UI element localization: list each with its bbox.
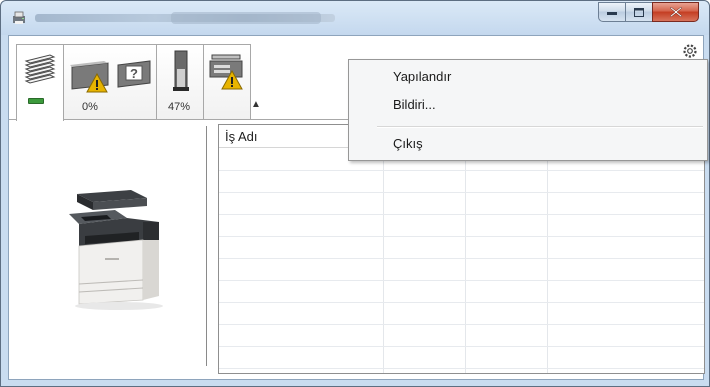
tab-toner[interactable]: ? 0% bbox=[63, 44, 157, 120]
tab-device[interactable] bbox=[203, 44, 251, 120]
column-job-name[interactable]: İş Adı bbox=[225, 129, 258, 144]
device-preview-pane bbox=[9, 120, 212, 379]
job-list[interactable]: İş Adı bbox=[218, 124, 705, 374]
menu-item-exit[interactable]: Çıkış bbox=[393, 136, 423, 151]
close-button[interactable] bbox=[652, 2, 699, 22]
grid-row-line bbox=[219, 170, 704, 171]
printer-app-icon bbox=[13, 11, 25, 24]
menu-separator-highlight bbox=[377, 127, 703, 128]
status-ok-indicator bbox=[28, 98, 44, 104]
tab-printer-status[interactable] bbox=[16, 44, 64, 121]
gear-icon[interactable] bbox=[681, 42, 699, 60]
close-icon bbox=[669, 7, 682, 17]
grid-row-line bbox=[219, 302, 704, 303]
pane-divider[interactable] bbox=[206, 126, 207, 366]
paper-level-icon bbox=[173, 50, 189, 91]
column-divider bbox=[465, 125, 466, 373]
device-warning-icon bbox=[209, 54, 243, 90]
grid-row-line bbox=[219, 324, 704, 325]
maximize-icon bbox=[634, 7, 644, 17]
caption-buttons bbox=[598, 2, 699, 24]
tab-paper[interactable]: 47% bbox=[156, 44, 204, 120]
grid-row-line bbox=[219, 368, 704, 369]
grid-row-line bbox=[219, 214, 704, 215]
menu-item-notification[interactable]: Bildiri... bbox=[393, 97, 436, 112]
minimize-button[interactable] bbox=[598, 2, 625, 22]
menu-item-configure[interactable]: Yapılandır bbox=[393, 69, 451, 84]
collapse-chevron-icon[interactable]: ▲ bbox=[251, 99, 261, 110]
minimize-icon bbox=[607, 12, 617, 15]
maximize-button[interactable] bbox=[625, 2, 652, 22]
grid-row-line bbox=[219, 192, 704, 193]
toner-percent: 0% bbox=[82, 101, 98, 113]
printer-illustration bbox=[69, 190, 163, 310]
svg-text:?: ? bbox=[130, 66, 138, 81]
unknown-status-icon: ? bbox=[117, 60, 151, 88]
paper-percent: 47% bbox=[168, 101, 191, 113]
status-monitor-window: ? 0% 47% ▲ İş Adı Yapılandır Bildiri... … bbox=[0, 0, 710, 387]
warning-icon bbox=[86, 73, 108, 93]
grid-row-line bbox=[219, 258, 704, 259]
window-title-obscured-2 bbox=[171, 12, 321, 24]
grid-row-line bbox=[219, 346, 704, 347]
paper-stack-icon bbox=[24, 54, 56, 84]
title-bar[interactable] bbox=[1, 1, 709, 35]
grid-row-line bbox=[219, 236, 704, 237]
column-divider bbox=[547, 125, 548, 373]
grid-row-line bbox=[219, 280, 704, 281]
column-divider bbox=[383, 125, 384, 373]
context-menu: Yapılandır Bildiri... Çıkış bbox=[348, 59, 708, 161]
